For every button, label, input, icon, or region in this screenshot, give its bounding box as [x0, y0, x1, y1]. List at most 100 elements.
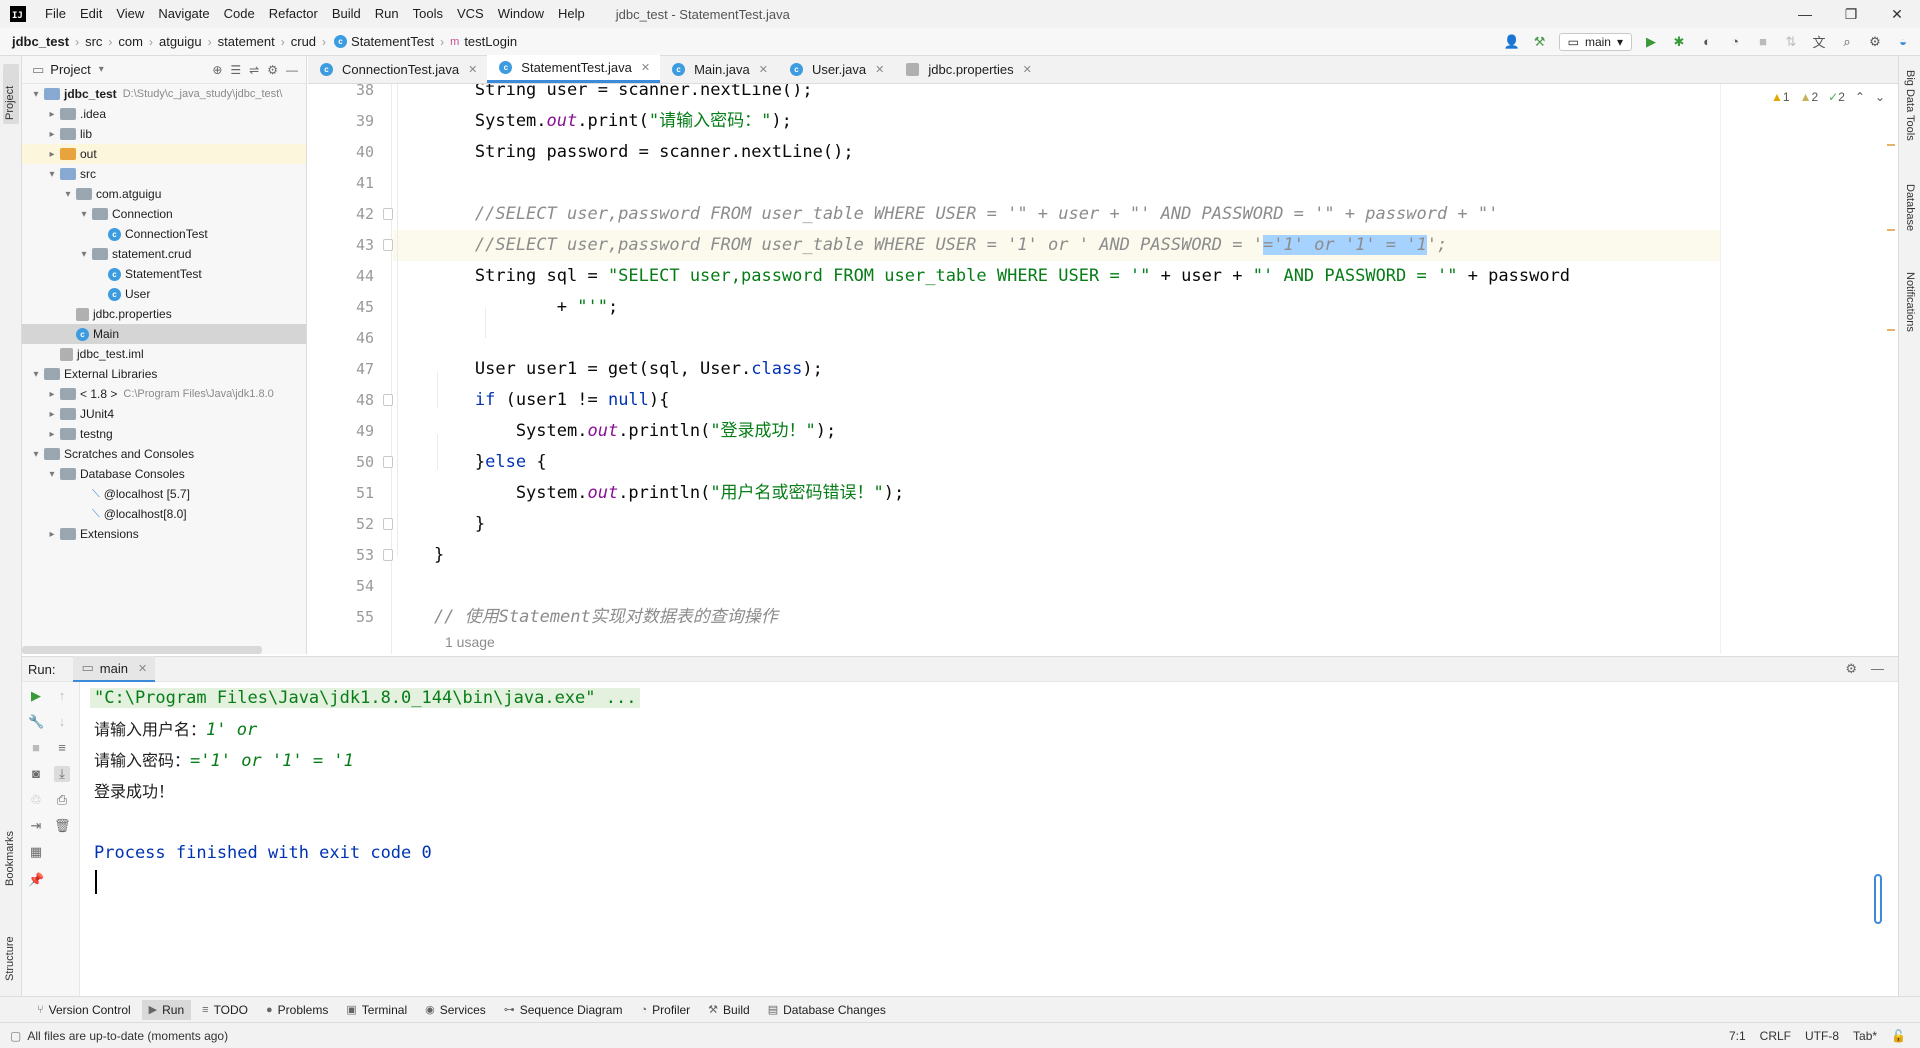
- tree-item[interactable]: ▾ src: [22, 164, 306, 184]
- chevron-down-icon[interactable]: ▾: [99, 64, 104, 75]
- chevron-icon[interactable]: ▾: [30, 89, 42, 100]
- options-gear-icon[interactable]: ⚙: [267, 63, 278, 77]
- tool-window-button[interactable]: ◔ Profiler: [633, 1000, 697, 1020]
- menu-item[interactable]: Tools: [406, 0, 450, 28]
- status-message[interactable]: All files are up-to-date (moments ago): [27, 1029, 228, 1043]
- close-icon[interactable]: ✕: [138, 662, 147, 675]
- chevron-icon[interactable]: ▸: [46, 409, 58, 420]
- editor-tab[interactable]: c Main.java ✕: [660, 55, 778, 83]
- menu-item[interactable]: Build: [325, 0, 368, 28]
- line-number[interactable]: 51: [308, 478, 374, 509]
- run-console[interactable]: "C:\Program Files\Java\jdk1.8.0_144\bin\…: [80, 682, 1898, 996]
- camera-icon[interactable]: ◙: [28, 766, 44, 782]
- hide-icon[interactable]: —: [286, 63, 298, 77]
- tree-item[interactable]: ▸ JUnit4: [22, 404, 306, 424]
- chevron-icon[interactable]: ▸: [46, 389, 58, 400]
- code-editor[interactable]: String user = scanner.nextLine(); System…: [393, 84, 1720, 654]
- run-icon[interactable]: ▶: [1642, 33, 1660, 51]
- plugin-icon[interactable]: ◒: [1894, 33, 1912, 51]
- lock-icon[interactable]: 🔓: [1891, 1029, 1906, 1043]
- run-tab-main[interactable]: ▭ main ✕: [73, 656, 156, 682]
- tool-window-button[interactable]: ⑂ Version Control: [30, 1000, 138, 1020]
- database-label[interactable]: Database: [1904, 184, 1916, 231]
- file-encoding[interactable]: UTF-8: [1805, 1029, 1839, 1043]
- tree-item[interactable]: ▾ Connection: [22, 204, 306, 224]
- tool-window-button[interactable]: ≡ TODO: [195, 1000, 255, 1020]
- chevron-icon[interactable]: ▾: [30, 449, 42, 460]
- wrench-icon[interactable]: 🔧: [28, 714, 44, 730]
- trash-icon[interactable]: 🗑: [54, 818, 71, 834]
- breadcrumb-item[interactable]: c StatementTest: [332, 34, 434, 49]
- fold-icon[interactable]: [383, 394, 393, 406]
- settings-gear-icon[interactable]: ⚙: [1866, 33, 1884, 51]
- menu-item[interactable]: VCS: [450, 0, 491, 28]
- fold-icon[interactable]: [383, 518, 393, 530]
- tool-window-button[interactable]: ⊶ Sequence Diagram: [497, 1000, 630, 1020]
- tree-item[interactable]: c Main: [22, 324, 306, 344]
- stop-icon[interactable]: ■: [28, 740, 44, 756]
- debug-icon[interactable]: ✱: [1670, 33, 1688, 51]
- user-icon[interactable]: 👤: [1503, 33, 1521, 51]
- structure-stripe-label[interactable]: Structure: [4, 936, 16, 981]
- chevron-icon[interactable]: ▸: [46, 429, 58, 440]
- close-icon[interactable]: ✕: [641, 61, 650, 74]
- tool-window-button[interactable]: ▣ Terminal: [339, 1000, 414, 1020]
- run-config-select[interactable]: ▭ main ▾: [1558, 32, 1632, 51]
- editor-tab[interactable]: c StatementTest.java ✕: [487, 55, 661, 83]
- translate-icon[interactable]: 文: [1810, 33, 1828, 51]
- coverage-icon[interactable]: ◐: [1698, 33, 1716, 51]
- menu-item[interactable]: Window: [491, 0, 551, 28]
- tree-item[interactable]: ▸ lib: [22, 124, 306, 144]
- chevron-icon[interactable]: ▾: [46, 469, 58, 480]
- soft-wrap-icon[interactable]: ≡: [54, 740, 70, 756]
- chevron-icon[interactable]: ▾: [62, 189, 74, 200]
- tree-item[interactable]: ▾ External Libraries: [22, 364, 306, 384]
- chevron-icon[interactable]: ▸: [46, 149, 58, 160]
- console-scrollbar[interactable]: [1874, 874, 1882, 924]
- menu-item[interactable]: Edit: [73, 0, 109, 28]
- arrow-up-icon[interactable]: ↑: [54, 688, 70, 704]
- tree-item[interactable]: ▸ out: [22, 144, 306, 164]
- chevron-icon[interactable]: ▾: [30, 369, 42, 380]
- print-icon[interactable]: ⎙: [54, 792, 70, 808]
- line-number[interactable]: 55: [308, 602, 374, 633]
- profile-icon[interactable]: ◔: [1726, 33, 1744, 51]
- tree-item[interactable]: jdbc_test.iml: [22, 344, 306, 364]
- usage-hint[interactable]: 1 usage: [445, 627, 645, 654]
- tree-item[interactable]: ▾ Database Consoles: [22, 464, 306, 484]
- restore-icon[interactable]: ❐: [1828, 0, 1874, 28]
- project-panel-title[interactable]: Project: [50, 62, 90, 77]
- line-number[interactable]: 42: [308, 199, 374, 230]
- menu-item[interactable]: Run: [368, 0, 406, 28]
- menu-item[interactable]: Refactor: [262, 0, 325, 28]
- fold-icon[interactable]: [383, 239, 393, 251]
- line-number[interactable]: 45: [308, 292, 374, 323]
- chevron-icon[interactable]: ▾: [46, 169, 58, 180]
- layout-icon[interactable]: ▦: [28, 844, 44, 860]
- line-number[interactable]: 54: [308, 571, 374, 602]
- line-number[interactable]: 39: [308, 106, 374, 137]
- tree-item[interactable]: ▸ testng: [22, 424, 306, 444]
- close-icon[interactable]: ✕: [875, 63, 884, 76]
- tree-item[interactable]: ▾ jdbc_test D:\Study\c_java_study\jdbc_tes…: [22, 84, 306, 104]
- inspection-widget[interactable]: ▲1 ▲2 ✓2 ⌃ ⌄: [1771, 90, 1885, 104]
- search-icon[interactable]: ⌕: [1838, 33, 1856, 51]
- menu-item[interactable]: Help: [551, 0, 592, 28]
- intellij-logo-icon[interactable]: IJ: [10, 6, 26, 22]
- tool-window-button[interactable]: ◉ Services: [418, 1000, 493, 1020]
- tree-item[interactable]: c User: [22, 284, 306, 304]
- horizontal-scrollbar[interactable]: [22, 646, 262, 654]
- tree-item[interactable]: ▾ Scratches and Consoles: [22, 444, 306, 464]
- chevron-icon[interactable]: ▸: [46, 109, 58, 120]
- breadcrumb-item[interactable]: jdbc_test: [12, 34, 69, 49]
- tree-item[interactable]: ▸ Extensions: [22, 524, 306, 544]
- editor-tab[interactable]: jdbc.properties ✕: [894, 55, 1042, 83]
- menu-item[interactable]: Code: [217, 0, 262, 28]
- menu-item[interactable]: File: [38, 0, 73, 28]
- tool-window-button[interactable]: ▶ Run: [141, 999, 192, 1020]
- line-number[interactable]: 47: [308, 354, 374, 385]
- tree-item[interactable]: ⟍ @localhost [5.7]: [22, 484, 306, 504]
- line-number[interactable]: 38: [308, 75, 374, 106]
- close-icon[interactable]: ✕: [1023, 63, 1032, 76]
- tree-item[interactable]: ▾ statement.crud: [22, 244, 306, 264]
